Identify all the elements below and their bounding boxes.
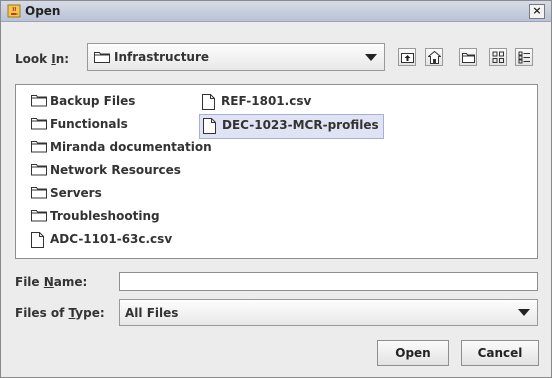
file-item[interactable]: DEC-1023-MCR-profiles (199, 114, 384, 139)
file-item[interactable]: REF-1801.csv (199, 91, 315, 114)
details-view-icon (518, 51, 530, 64)
home-icon (428, 51, 441, 64)
file-name-label-suffix: ame: (53, 275, 88, 289)
folder-item[interactable]: Backup Files (28, 91, 139, 114)
file-item[interactable]: ADC-1101-63c.csv (28, 229, 176, 252)
file-name-label-mnemonic: N (43, 275, 54, 289)
home-button[interactable] (425, 48, 443, 66)
look-in-label-prefix: Look (15, 52, 52, 66)
chevron-down-icon[interactable] (518, 309, 530, 316)
up-one-level-button[interactable] (398, 48, 416, 66)
close-icon: × (532, 4, 542, 17)
file-item-label: Troubleshooting (50, 209, 160, 223)
file-name-label: File Name: (15, 275, 87, 289)
file-item-label: REF-1801.csv (221, 94, 312, 108)
folder-item[interactable]: Servers (28, 183, 106, 206)
file-name-label-prefix: File (15, 275, 44, 289)
file-type-label-suffix: ype: (75, 306, 105, 320)
file-list-column-1: Backup Files Functionals Miranda documenta… (28, 91, 216, 252)
file-item-label: DEC-1023-MCR-profiles (222, 118, 379, 132)
folder-icon (31, 210, 47, 222)
file-item-label: ADC-1101-63c.csv (50, 232, 173, 246)
up-one-level-icon (401, 53, 414, 63)
new-folder-button[interactable] (459, 48, 477, 66)
close-button[interactable]: × (529, 4, 545, 19)
chevron-down-icon[interactable] (365, 54, 377, 61)
file-item-label: Backup Files (50, 94, 136, 108)
look-in-value: Infrastructure (114, 50, 210, 64)
folder-icon (94, 52, 110, 63)
look-in-label-suffix: n: (55, 52, 70, 66)
java-cup-icon (7, 4, 21, 18)
open-dialog: Open × Look In: Infrastructure Backup Fi… (0, 0, 552, 378)
file-item-label: Servers (50, 186, 102, 200)
file-icon (31, 232, 44, 248)
look-in-combo[interactable]: Infrastructure (87, 43, 385, 71)
new-folder-icon (462, 53, 475, 63)
folder-icon (31, 187, 47, 199)
folder-icon (31, 141, 47, 153)
title-bar[interactable]: Open × (1, 1, 551, 22)
file-item-label: Miranda documentation (50, 140, 212, 154)
folder-icon (31, 118, 47, 130)
file-type-value: All Files (125, 306, 179, 320)
folder-icon (31, 164, 47, 176)
list-view-button[interactable] (489, 48, 507, 66)
file-type-label: Files of Type: (15, 306, 105, 320)
cancel-button[interactable]: Cancel (461, 340, 539, 366)
folder-icon (31, 95, 47, 107)
file-icon (203, 118, 216, 134)
file-name-input[interactable] (119, 272, 538, 291)
file-icon (202, 94, 215, 110)
details-view-button[interactable] (515, 48, 533, 66)
folder-item[interactable]: Network Resources (28, 160, 185, 183)
folder-item[interactable]: Functionals (28, 114, 132, 137)
look-in-label: Look In: (15, 52, 69, 66)
file-type-label-prefix: Files of (15, 306, 69, 320)
folder-item[interactable]: Troubleshooting (28, 206, 164, 229)
open-button[interactable]: Open (377, 340, 449, 366)
folder-item[interactable]: Miranda documentation (28, 137, 216, 160)
file-list-column-2: REF-1801.csv DEC-1023-MCR-profiles (199, 91, 384, 139)
file-type-combo[interactable]: All Files (119, 299, 538, 326)
file-item-label: Network Resources (50, 163, 181, 177)
window-title: Open (25, 4, 61, 18)
list-view-icon (492, 51, 504, 63)
file-list[interactable]: Backup Files Functionals Miranda documenta… (15, 84, 538, 259)
file-item-label: Functionals (50, 117, 128, 131)
